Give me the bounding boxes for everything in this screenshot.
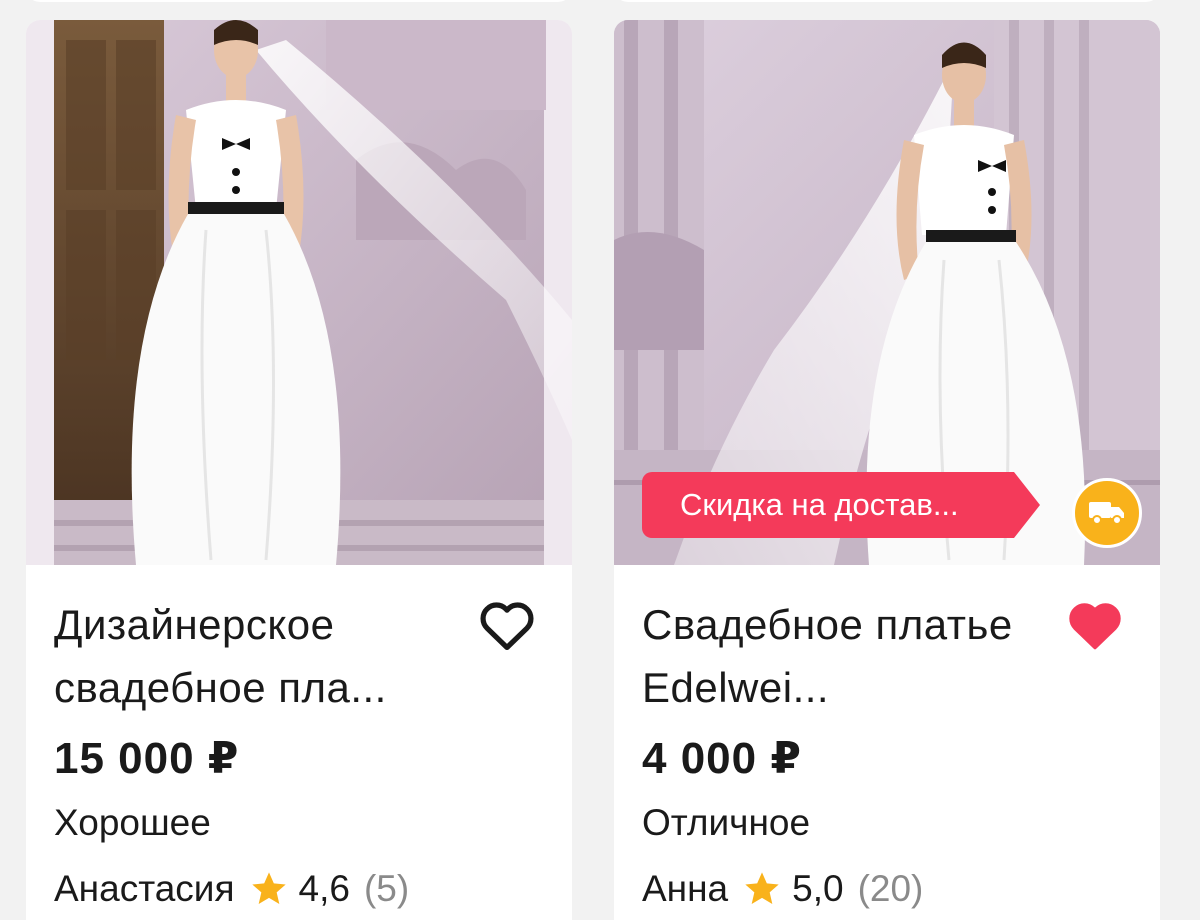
review-count: (20) <box>857 868 924 909</box>
previous-card-edge <box>26 0 572 2</box>
delivery-discount-badge: Скидка на достав... <box>642 472 1040 538</box>
heart-outline-icon[interactable] <box>478 599 536 651</box>
product-info: Свадебное платье Edelwei... 4 000 ₽ Отли… <box>614 565 1160 913</box>
product-grid: Дизайнерское свадебное пла... 15 000 ₽ Х… <box>0 0 1200 920</box>
product-photo[interactable] <box>26 20 572 565</box>
promo-label: Скидка на достав... <box>642 472 1014 538</box>
seller-info[interactable]: Анастасия 4,6 (5) <box>54 865 544 913</box>
promo-tip <box>1014 472 1040 538</box>
product-condition: Отличное <box>642 802 811 843</box>
product-info: Дизайнерское свадебное пла... 15 000 ₽ Х… <box>26 565 572 913</box>
seller-rating: 5,0 <box>792 868 844 909</box>
star-icon <box>745 872 779 904</box>
product-card[interactable]: Дизайнерское свадебное пла... 15 000 ₽ Х… <box>26 20 572 920</box>
product-title[interactable]: Свадебное платье Edelwei... <box>642 593 1062 719</box>
seller-name: Анна <box>642 868 729 909</box>
seller-name: Анастасия <box>54 868 235 909</box>
star-icon <box>251 872 286 904</box>
product-title[interactable]: Дизайнерское свадебное пла... <box>54 593 474 719</box>
seller-rating: 4,6 <box>298 868 350 909</box>
seller-info[interactable]: Анна 5,0 (20) <box>642 865 1132 913</box>
previous-card-edge <box>614 0 1160 2</box>
delivery-badge <box>1072 478 1142 548</box>
product-condition: Хорошее <box>54 802 211 843</box>
truck-icon <box>1089 502 1124 525</box>
review-count: (5) <box>363 868 410 909</box>
product-photo[interactable]: Скидка на достав... <box>614 20 1160 565</box>
product-card[interactable]: Скидка на достав... Свадебное платье Ede… <box>614 20 1160 920</box>
product-price: 15 000 ₽ <box>54 734 240 783</box>
product-price: 4 000 ₽ <box>642 734 802 783</box>
heart-filled-icon[interactable] <box>1066 599 1124 651</box>
